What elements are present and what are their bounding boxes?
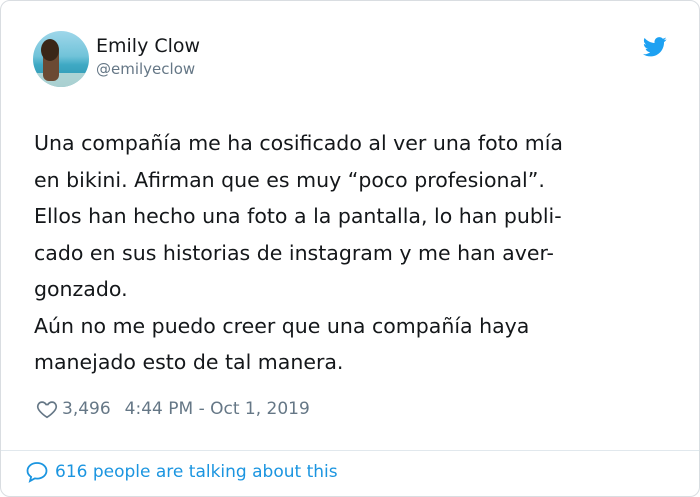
tweet-card: Emily Clow @emilyeclow Una compañía me h… [0, 0, 700, 497]
tweet-timestamp[interactable]: 4:44 PM - Oct 1, 2019 [125, 399, 310, 419]
heart-icon[interactable] [36, 398, 58, 420]
tweet-text: Una compañía me ha cosificado al ver una… [34, 131, 563, 374]
user-handle[interactable]: @emilyeclow [96, 60, 195, 78]
speech-bubble-icon [26, 462, 48, 483]
user-display-name[interactable]: Emily Clow [96, 35, 200, 57]
twitter-bird-icon[interactable] [643, 37, 667, 57]
tweet-meta: 3,496 4:44 PM - Oct 1, 2019 [36, 398, 310, 420]
avatar[interactable] [33, 31, 89, 87]
avatar-hair [41, 39, 59, 61]
avatar-background [33, 73, 89, 87]
talking-about-link[interactable]: 616 people are talking about this [25, 461, 338, 483]
talking-about-label: 616 people are talking about this [55, 462, 338, 482]
like-count[interactable]: 3,496 [62, 399, 111, 419]
divider [1, 450, 699, 451]
